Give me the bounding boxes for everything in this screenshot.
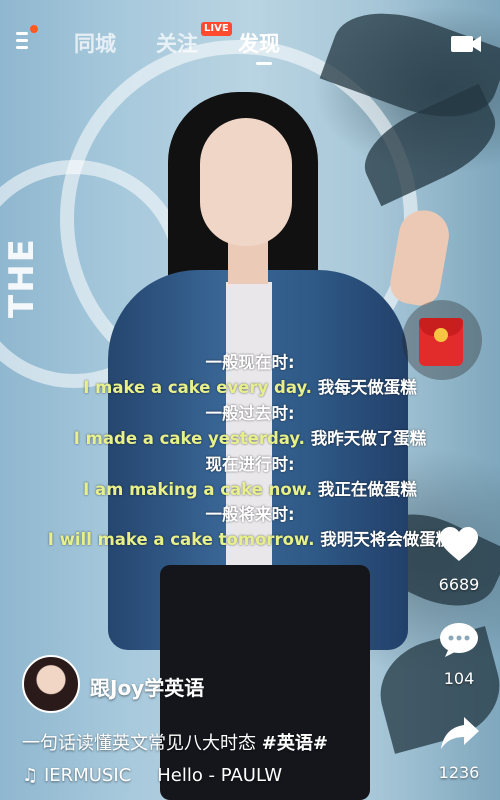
subtitle-chinese: 我明天将会做蛋糕 xyxy=(320,530,453,549)
subtitle-chinese: 我正在做蛋糕 xyxy=(317,480,417,499)
music-text-1: IERMUSIC xyxy=(44,765,132,786)
subtitle-english: I made a cake yesterday. xyxy=(73,429,305,448)
tv-icon[interactable] xyxy=(451,35,481,53)
caption-text: 一句话读懂英文常见八大时态 xyxy=(22,733,262,754)
subtitle-line: I will make a cake tomorrow. 我明天将会做蛋糕 xyxy=(0,526,500,550)
video-caption: 一句话读懂英文常见八大时态 #英语# xyxy=(22,729,328,755)
tab-nearby[interactable]: 同城 xyxy=(74,28,116,58)
subtitle-line: I made a cake yesterday. 我昨天做了蛋糕 xyxy=(0,425,500,449)
active-tab-indicator xyxy=(256,62,272,65)
tab-following[interactable]: 关注 xyxy=(156,28,198,58)
subtitle-chinese: 我每天做蛋糕 xyxy=(317,378,417,397)
heart-icon[interactable] xyxy=(439,527,479,563)
tab-discover[interactable]: 发现 xyxy=(238,28,280,58)
subtitle-english: I will make a cake tomorrow. xyxy=(47,530,315,549)
live-badge: LIVE xyxy=(201,22,232,36)
subtitle-heading: 一般将来时: xyxy=(205,505,295,524)
author-avatar[interactable] xyxy=(22,655,80,713)
subtitle-heading: 一般过去时: xyxy=(205,404,295,423)
music-note-icon: ♫ xyxy=(22,765,39,786)
author-name[interactable]: 跟Joy学英语 xyxy=(90,672,204,701)
caption-hashtag[interactable]: #英语# xyxy=(262,733,328,754)
like-count: 6689 xyxy=(438,575,480,594)
subtitle-line: I make a cake every day. 我每天做蛋糕 xyxy=(0,374,500,398)
red-packet-button[interactable] xyxy=(402,300,482,380)
top-navigation: 同城 关注 LIVE 发现 xyxy=(0,22,500,66)
share-icon[interactable] xyxy=(440,716,480,750)
notification-dot xyxy=(30,25,38,33)
wall-text: THE xyxy=(2,237,42,318)
red-packet-coin xyxy=(434,328,448,342)
comment-icon[interactable] xyxy=(439,622,479,658)
music-ticker[interactable]: ♫ IERMUSIC Hello - PAULW xyxy=(22,765,292,789)
comment-count: 104 xyxy=(443,669,475,688)
subtitle-line: I am making a cake now. 我正在做蛋糕 xyxy=(0,476,500,500)
video-feed-screen[interactable]: THE 同城 关注 LIVE 发现 一般现在时: I make a cake e… xyxy=(0,0,500,800)
menu-icon[interactable] xyxy=(16,30,30,52)
subtitle-heading: 现在进行时: xyxy=(205,455,295,474)
music-text-2: Hello - PAULW xyxy=(157,765,283,786)
share-count: 1236 xyxy=(438,763,480,782)
presenter-face xyxy=(200,118,292,246)
subtitle-english: I am making a cake now. xyxy=(83,480,313,499)
subtitle-chinese: 我昨天做了蛋糕 xyxy=(310,429,427,448)
subtitle-english: I make a cake every day. xyxy=(83,378,312,397)
